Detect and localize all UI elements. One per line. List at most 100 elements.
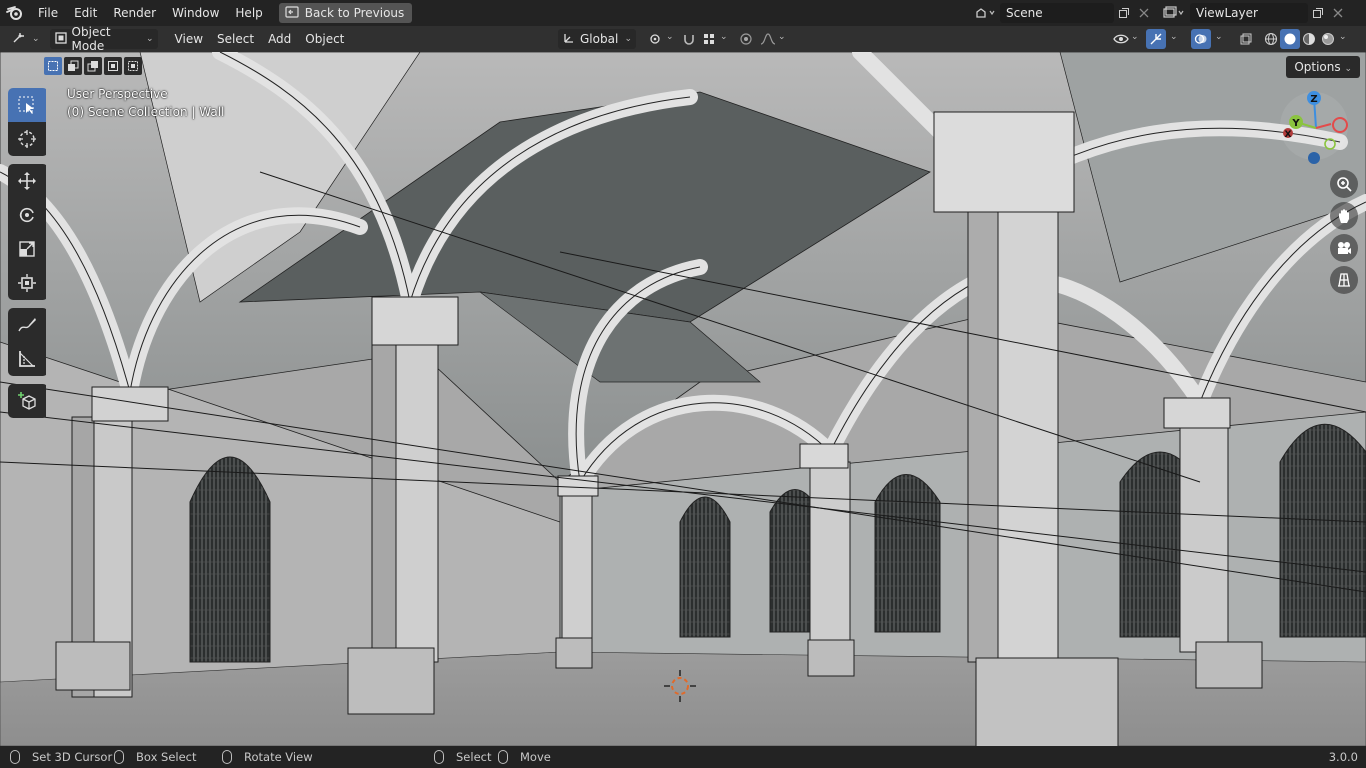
grid-icon[interactable] — [1330, 266, 1358, 294]
chevron-down-icon: ⌄ — [720, 32, 728, 42]
falloff-icon[interactable] — [758, 29, 778, 49]
object-mode-label: Object Mode — [71, 25, 111, 53]
mouse-drag-icon — [114, 750, 124, 764]
status-move-label: Move — [520, 750, 551, 764]
chevron-down-icon: ⌄ — [1339, 32, 1347, 42]
annotate-icon[interactable] — [8, 308, 46, 342]
cursor-icon[interactable] — [8, 122, 46, 156]
remove-view-layer-icon[interactable] — [1328, 3, 1348, 23]
rotate-icon[interactable] — [8, 198, 46, 232]
back-to-previous-button[interactable]: Back to Previous — [278, 3, 413, 23]
transform-orientation-dropdown[interactable]: Global ⌄ — [558, 29, 636, 49]
perspective-label: User Perspective — [67, 87, 168, 101]
back-to-previous-label: Back to Previous — [304, 6, 405, 20]
mouse-left-icon — [10, 750, 20, 764]
select-extend-icon[interactable] — [64, 57, 82, 75]
new-view-layer-icon[interactable] — [1308, 3, 1328, 23]
snap-increment-icon[interactable] — [699, 29, 719, 49]
orientation-icon — [562, 31, 576, 48]
remove-scene-icon[interactable] — [1134, 3, 1154, 23]
status-box-select-label: Box Select — [136, 750, 197, 764]
status-select: Select — [434, 750, 491, 764]
select-box-icon[interactable] — [8, 88, 46, 122]
measure-icon[interactable] — [8, 342, 46, 376]
pivot-icon[interactable] — [646, 29, 666, 49]
chevron-down-icon: ⌄ — [1344, 64, 1352, 74]
version-label: 3.0.0 — [1328, 750, 1358, 764]
blender-logo-icon[interactable] — [0, 0, 30, 26]
select-new-icon[interactable] — [44, 57, 62, 75]
navigation-buttons — [1330, 170, 1358, 298]
scene-name-field[interactable]: Scene — [1000, 3, 1114, 23]
xray-icon[interactable] — [1236, 29, 1256, 49]
chevron-down-icon: ⌄ — [624, 34, 632, 44]
chevron-down-icon: ⌄ — [1131, 32, 1139, 42]
scale-icon[interactable] — [8, 232, 46, 266]
snap-icon[interactable] — [679, 29, 699, 49]
scene-icon[interactable] — [970, 3, 1000, 23]
visibility-icon[interactable] — [1111, 29, 1131, 49]
viewport-header: ⌄ Object Mode ⌄ View Select Add Object G… — [0, 25, 1366, 53]
status-select-label: Select — [456, 750, 492, 764]
status-bar: Set 3D Cursor Box Select Rotate View Sel… — [0, 746, 1366, 768]
transform-orientation-label: Global — [580, 32, 619, 46]
status-set-cursor-label: Set 3D Cursor — [32, 750, 113, 764]
chevron-down-icon: ⌄ — [32, 34, 40, 44]
wireframe-shading-icon[interactable] — [1261, 29, 1281, 49]
header-menu-object[interactable]: Object — [298, 32, 351, 46]
overlay-icon[interactable] — [1191, 29, 1211, 49]
zoom-icon[interactable] — [1330, 170, 1358, 198]
gizmo-x-label: X — [1285, 130, 1292, 140]
mouse-middle-icon — [222, 750, 232, 764]
editor-type-button[interactable]: ⌄ — [8, 29, 44, 49]
header-menu-add[interactable]: Add — [261, 32, 298, 46]
status-rotate-view-label: Rotate View — [244, 750, 313, 764]
transform-icon[interactable] — [8, 266, 46, 300]
gizmo-y-label: Y — [1291, 118, 1300, 129]
material-shading-icon[interactable] — [1299, 29, 1319, 49]
object-mode-dropdown[interactable]: Object Mode ⌄ — [49, 25, 158, 53]
collection-label: (0) Scene Collection | Wall — [67, 105, 225, 119]
editor-type-icon — [12, 31, 28, 48]
options-dropdown[interactable]: Options ⌄ — [1286, 56, 1360, 78]
object-mode-icon — [54, 31, 68, 48]
pan-hand-icon[interactable] — [1330, 202, 1358, 230]
chevron-down-icon: ⌄ — [666, 32, 674, 42]
menu-file[interactable]: File — [30, 2, 66, 24]
navigation-gizmo[interactable]: Z Y X — [1276, 86, 1366, 176]
mouse-right-icon — [498, 750, 508, 764]
solid-shading-icon[interactable] — [1280, 29, 1300, 49]
top-menu-bar: File Edit Render Window Help Back to Pre… — [0, 0, 1366, 26]
chevron-down-icon: ⌄ — [146, 34, 154, 44]
cathedral-scene-render — [0, 52, 1366, 746]
menu-edit[interactable]: Edit — [66, 2, 105, 24]
view-layer-field[interactable]: ViewLayer — [1190, 3, 1308, 23]
gizmo-z-label: Z — [1310, 94, 1317, 105]
status-rotate-view: Rotate View — [222, 750, 313, 764]
view-layer-icon[interactable] — [1158, 3, 1190, 23]
new-scene-icon[interactable] — [1114, 3, 1134, 23]
menu-window[interactable]: Window — [164, 2, 227, 24]
proportional-edit-icon[interactable] — [736, 29, 756, 49]
add-cube-icon[interactable] — [8, 384, 46, 418]
scene-selector-group: Scene ViewLayer — [970, 2, 1348, 24]
header-menu-view[interactable]: View — [168, 32, 210, 46]
select-invert-icon[interactable] — [104, 57, 122, 75]
select-subtract-icon[interactable] — [84, 57, 102, 75]
gizmo-icon[interactable] — [1146, 29, 1166, 49]
menu-help[interactable]: Help — [227, 2, 270, 24]
rendered-shading-icon[interactable] — [1318, 29, 1338, 49]
status-set-cursor: Set 3D Cursor — [10, 750, 112, 764]
viewport-info-overlay: User Perspective (0) Scene Collection | … — [67, 85, 224, 121]
status-box-select: Box Select — [114, 750, 197, 764]
chevron-down-icon: ⌄ — [1215, 32, 1223, 42]
3d-viewport[interactable]: Options ⌄ User Perspective (0) Scene Col… — [0, 52, 1366, 746]
header-menu-select[interactable]: Select — [210, 32, 261, 46]
camera-icon[interactable] — [1330, 234, 1358, 262]
status-move: Move — [498, 750, 551, 764]
move-icon[interactable] — [8, 164, 46, 198]
chevron-down-icon: ⌄ — [1170, 32, 1178, 42]
select-intersect-icon[interactable] — [124, 57, 142, 75]
menu-render[interactable]: Render — [105, 2, 164, 24]
tool-shelf — [8, 88, 48, 426]
